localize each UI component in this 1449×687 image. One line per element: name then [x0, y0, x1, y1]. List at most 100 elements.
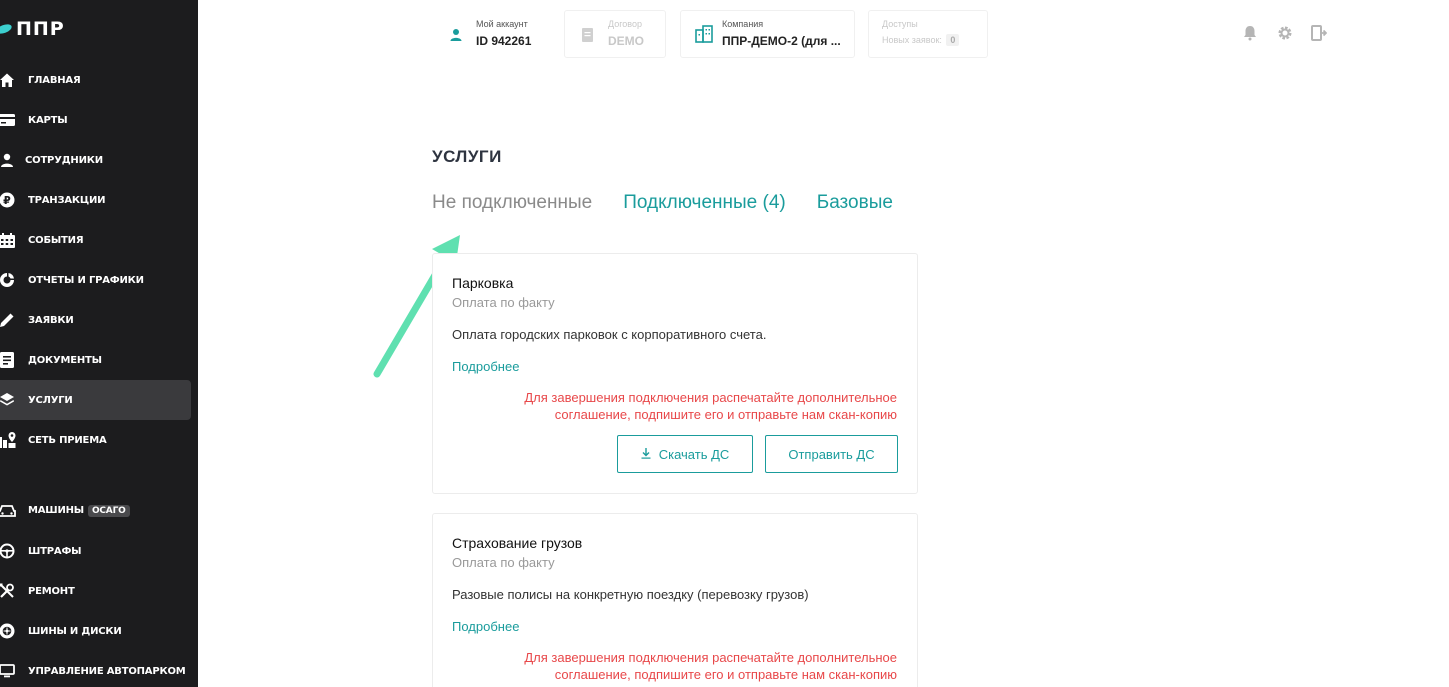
services-tabs: Не подключенные Подключенные (4) Базовые [432, 192, 893, 214]
sidebar-item-transactions[interactable]: ₽ ТРАНЗАКЦИИ [0, 180, 191, 220]
sidebar-item-label: ТРАНЗАКЦИИ [28, 194, 106, 206]
sidebar-item-employees[interactable]: СОТРУДНИКИ [0, 140, 191, 180]
service-card-cargo-insurance: Страхование грузов Оплата по факту Разов… [432, 513, 918, 687]
service-description: Разовые полисы на конкретную поездку (пе… [452, 587, 809, 602]
sidebar-item-fleet[interactable]: УПРАВЛЕНИЕ АВТОПАРКОМ [0, 651, 191, 687]
sidebar-item-home[interactable]: ГЛАВНАЯ [0, 60, 191, 100]
sidebar: ППР ГЛАВНАЯ КАРТЫ СОТРУДНИКИ ₽ ТРАНЗАКЦИ… [0, 0, 198, 687]
account-caption: Мой аккаунт [476, 19, 528, 29]
layers-icon [0, 391, 16, 409]
page-title: УСЛУГИ [432, 147, 502, 166]
card-icon [0, 111, 16, 129]
connection-warning: Для завершения подключения распечатайте … [477, 649, 897, 683]
sidebar-item-requests[interactable]: ЗАЯВКИ [0, 300, 191, 340]
sidebar-item-label: МАШИНЫ ОСАГО [28, 505, 130, 517]
warning-line: Для завершения подключения распечатайте … [524, 390, 897, 405]
warning-line: соглашение, подпишите его и отправьте на… [554, 407, 897, 422]
sidebar-item-reports[interactable]: ОТЧЕТЫ И ГРАФИКИ [0, 260, 191, 300]
contract-document-icon [582, 27, 593, 46]
service-payment: Оплата по факту [452, 295, 555, 310]
sidebar-item-network[interactable]: СЕТЬ ПРИЕМА [0, 420, 191, 460]
service-card-parking: Парковка Оплата по факту Оплата городски… [432, 253, 918, 494]
sidebar-item-label: СЕТЬ ПРИЕМА [28, 434, 107, 446]
tab-basic[interactable]: Базовые [817, 192, 893, 214]
sidebar-item-label: ГЛАВНАЯ [28, 74, 81, 86]
sidebar-item-label: СОТРУДНИКИ [25, 154, 103, 166]
send-ds-label: Отправить ДС [788, 446, 875, 462]
access-box[interactable]: Доступы Новых заявок: 0 [868, 10, 988, 58]
tire-icon [0, 622, 16, 640]
sidebar-item-events[interactable]: СОБЫТИЯ [0, 220, 191, 260]
sidebar-item-documents[interactable]: ДОКУМЕНТЫ [0, 340, 191, 380]
ruble-icon: ₽ [0, 191, 16, 209]
account-user-icon [449, 27, 463, 46]
contract-box[interactable]: Договор DEMO [564, 10, 666, 58]
more-link[interactable]: Подробнее [452, 619, 519, 634]
sidebar-item-fines[interactable]: ШТРАФЫ [0, 531, 191, 571]
company-caption: Компания [722, 19, 764, 29]
bell-icon[interactable] [1243, 25, 1259, 41]
warning-line: соглашение, подпишите его и отправьте на… [554, 667, 897, 682]
sidebar-item-label: РЕМОНТ [28, 585, 75, 597]
sidebar-item-tires[interactable]: ШИНЫ И ДИСКИ [0, 611, 191, 651]
chart-icon [0, 271, 16, 289]
company-building-icon [695, 25, 713, 47]
service-title: Парковка [452, 275, 514, 291]
connection-warning: Для завершения подключения распечатайте … [477, 389, 897, 423]
contract-value: DEMO [608, 34, 644, 48]
sidebar-item-label: ЗАЯВКИ [28, 314, 74, 326]
company-value: ППР-ДЕМО-2 (для ... [722, 34, 841, 48]
download-ds-button[interactable]: Скачать ДС [617, 435, 753, 473]
pencil-icon [0, 311, 16, 329]
user-icon [0, 151, 16, 169]
access-caption: Доступы [882, 19, 918, 29]
sidebar-item-label: ШИНЫ И ДИСКИ [28, 625, 122, 637]
brand-name: ППР [16, 18, 65, 40]
download-ds-label: Скачать ДС [658, 446, 730, 462]
sidebar-item-cars[interactable]: МАШИНЫ ОСАГО [0, 491, 191, 531]
calendar-icon [0, 231, 16, 249]
contract-caption: Договор [608, 19, 642, 29]
sidebar-item-label: ДОКУМЕНТЫ [28, 354, 102, 366]
sidebar-item-repair[interactable]: РЕМОНТ [0, 571, 191, 611]
sidebar-item-label: КАРТЫ [28, 114, 68, 126]
download-icon [641, 447, 651, 462]
sidebar-item-cards[interactable]: КАРТЫ [0, 100, 191, 140]
account-box[interactable]: Мой аккаунт ID 942261 [433, 10, 549, 58]
new-requests-label: Новых заявок: [882, 35, 942, 45]
tools-icon [0, 582, 16, 600]
home-icon [0, 71, 16, 89]
tab-connected[interactable]: Подключенные (4) [623, 192, 786, 214]
new-requests-count: 0 [946, 34, 960, 46]
car-icon [0, 502, 16, 520]
sidebar-item-services[interactable]: УСЛУГИ [0, 380, 191, 420]
tab-not-connected[interactable]: Не подключенные [432, 192, 592, 214]
sidebar-item-label: ОТЧЕТЫ И ГРАФИКИ [28, 274, 144, 286]
document-icon [0, 351, 16, 369]
sidebar-item-text: МАШИНЫ [28, 505, 84, 516]
sidebar-item-label: ШТРАФЫ [28, 545, 82, 557]
sidebar-item-label: УСЛУГИ [28, 394, 73, 406]
top-actions [1243, 25, 1328, 41]
steering-wheel-icon [0, 542, 16, 560]
svg-text:₽: ₽ [3, 194, 11, 207]
logout-icon[interactable] [1311, 25, 1328, 41]
service-title: Страхование грузов [452, 535, 583, 551]
service-description: Оплата городских парковок с корпоративно… [452, 327, 767, 342]
logo-mark-icon [0, 22, 13, 36]
sidebar-item-label: СОБЫТИЯ [28, 234, 84, 246]
gear-icon[interactable] [1277, 25, 1293, 41]
company-box[interactable]: Компания ППР-ДЕМО-2 (для ... [680, 10, 855, 58]
more-link[interactable]: Подробнее [452, 359, 519, 374]
osago-badge: ОСАГО [87, 505, 130, 517]
brand-logo[interactable]: ППР [0, 18, 65, 40]
app-window: ППР ГЛАВНАЯ КАРТЫ СОТРУДНИКИ ₽ ТРАНЗАКЦИ… [0, 0, 1449, 687]
sidebar-item-label: УПРАВЛЕНИЕ АВТОПАРКОМ [28, 665, 186, 677]
warning-line: Для завершения подключения распечатайте … [524, 650, 897, 665]
account-id: ID 942261 [476, 34, 532, 48]
access-value: Новых заявок: 0 [882, 34, 960, 46]
send-ds-button[interactable]: Отправить ДС [765, 435, 898, 473]
service-payment: Оплата по факту [452, 555, 555, 570]
monitor-icon [0, 662, 16, 680]
map-pin-icon [0, 431, 16, 449]
